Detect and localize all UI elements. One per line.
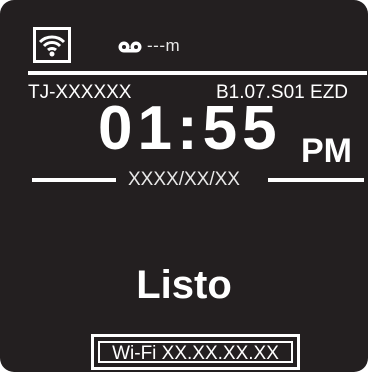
wifi-ip-box: Wi-Fi XX.XX.XX.XX (91, 334, 300, 370)
tape-remaining-label: ---m (147, 36, 181, 55)
tape-icon (118, 41, 142, 53)
clock-time: 01:55 (98, 94, 282, 163)
date-divider-right (268, 178, 364, 182)
wifi-status-box (33, 27, 71, 63)
clock-date: XXXX/XX/XX (128, 169, 240, 190)
status-text: Listo (136, 263, 232, 307)
clock-ampm: PM (301, 132, 352, 170)
date-divider-left (32, 178, 116, 182)
printer-display-screen: ---m TJ-XXXXXX B1.07.S01 EZD 01:55 PM XX… (0, 0, 368, 372)
wifi-ip-label: Wi-Fi XX.XX.XX.XX (98, 341, 293, 364)
header-divider (28, 71, 367, 75)
wifi-icon (38, 35, 66, 57)
